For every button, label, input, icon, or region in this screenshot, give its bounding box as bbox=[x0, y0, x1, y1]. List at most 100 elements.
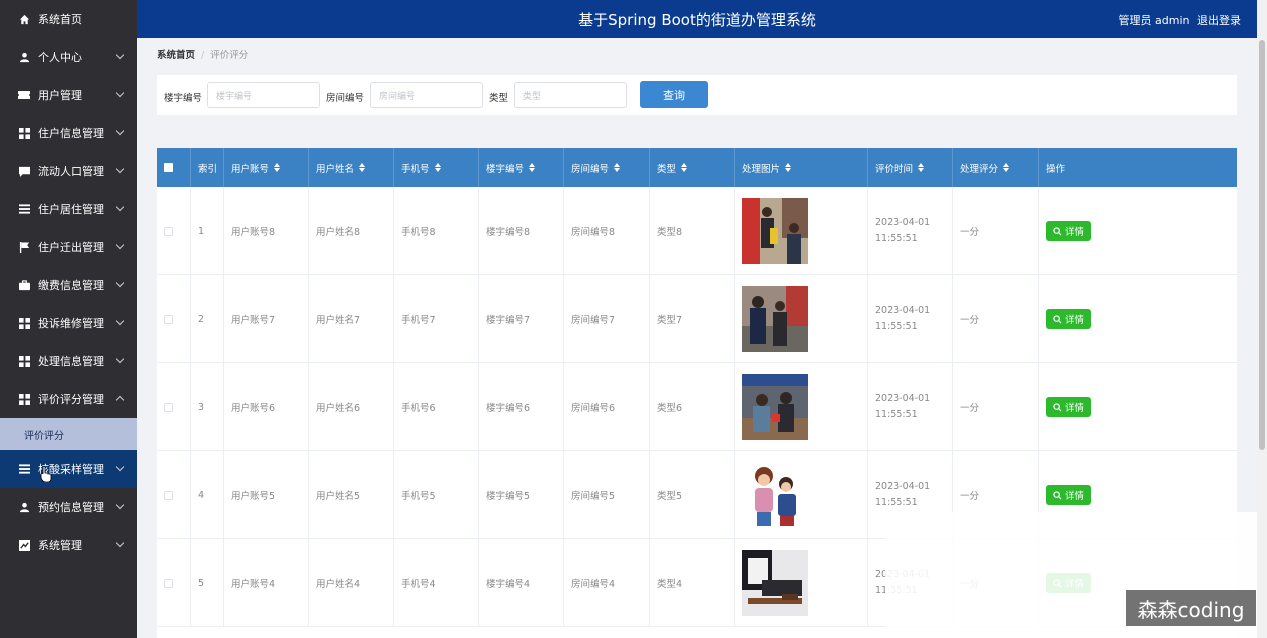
search-panel: 楼宇编号 楼宇编号 房间编号 房间编号 类型 类型 查询 bbox=[157, 75, 1237, 115]
cell-time: 2023-04-01 11:55:51 bbox=[868, 275, 953, 363]
cell-index: 2 bbox=[191, 275, 224, 363]
col-building[interactable]: 楼宇编号 bbox=[479, 148, 564, 187]
col-score[interactable]: 处理评分 bbox=[953, 148, 1039, 187]
sidebar-item-system[interactable]: 系统管理 bbox=[0, 526, 137, 564]
list-icon bbox=[18, 203, 30, 215]
submenu-item-rating[interactable]: 评价评分 bbox=[0, 418, 137, 450]
search-icon bbox=[1053, 402, 1062, 412]
sort-icon bbox=[274, 163, 281, 172]
col-index: 索引 bbox=[191, 148, 224, 187]
type-input[interactable]: 类型 bbox=[514, 82, 627, 108]
app-title: 基于Spring Boot的街道办管理系统 bbox=[578, 11, 816, 29]
sidebar-item-label: 住户信息管理 bbox=[38, 127, 104, 140]
row-checkbox[interactable] bbox=[164, 402, 173, 412]
scrollbar-thumb[interactable] bbox=[1259, 40, 1265, 450]
sidebar-item-appointment[interactable]: 预约信息管理 bbox=[0, 488, 137, 526]
sort-icon bbox=[359, 163, 366, 172]
sidebar-item-rating[interactable]: 评价评分管理 bbox=[0, 380, 137, 418]
chevron-down-icon bbox=[115, 202, 125, 212]
detail-button[interactable]: 详情 bbox=[1046, 397, 1092, 417]
handling-image[interactable] bbox=[742, 374, 808, 440]
table-row: 1 用户账号8 用户姓名8 手机号8 楼宇编号8 房间编号8 类型8 2023-… bbox=[157, 187, 1237, 275]
sort-icon bbox=[918, 163, 925, 172]
row-checkbox[interactable] bbox=[164, 226, 173, 236]
cell-name: 用户姓名6 bbox=[309, 363, 394, 451]
chevron-down-icon bbox=[115, 538, 125, 548]
select-all-checkbox[interactable] bbox=[164, 163, 173, 172]
cell-type: 类型6 bbox=[650, 363, 735, 451]
detail-button[interactable]: 详情 bbox=[1046, 485, 1092, 505]
col-time[interactable]: 评价时间 bbox=[868, 148, 953, 187]
cell-time: 2023-04-01 11:55:51 bbox=[868, 363, 953, 451]
breadcrumb-home[interactable]: 系统首页 bbox=[157, 50, 195, 61]
hand-cursor-icon bbox=[40, 465, 52, 485]
sidebar-item-complaint-repair[interactable]: 投诉维修管理 bbox=[0, 304, 137, 342]
col-image[interactable]: 处理图片 bbox=[735, 148, 868, 187]
chevron-down-icon bbox=[115, 50, 125, 60]
row-checkbox[interactable] bbox=[164, 314, 173, 324]
sort-icon bbox=[1003, 163, 1010, 172]
cell-index: 1 bbox=[191, 187, 224, 275]
sidebar-item-payment[interactable]: 缴费信息管理 bbox=[0, 266, 137, 304]
sidebar-item-label: 住户居住管理 bbox=[38, 203, 104, 216]
chevron-down-icon bbox=[115, 88, 125, 98]
search-icon bbox=[1053, 314, 1062, 324]
room-input[interactable]: 房间编号 bbox=[370, 82, 483, 108]
chevron-down-icon bbox=[115, 126, 125, 136]
cell-type: 类型5 bbox=[650, 451, 735, 539]
sidebar-item-move-out[interactable]: 住户迁出管理 bbox=[0, 228, 137, 266]
col-account[interactable]: 用户账号 bbox=[224, 148, 309, 187]
handling-image[interactable] bbox=[742, 462, 808, 528]
query-button[interactable]: 查询 bbox=[640, 81, 708, 108]
cell-room: 房间编号6 bbox=[564, 363, 650, 451]
cell-type: 类型4 bbox=[650, 539, 735, 627]
cell-account: 用户账号7 bbox=[224, 275, 309, 363]
sidebar-item-residence[interactable]: 住户居住管理 bbox=[0, 190, 137, 228]
user-role: 管理员 admin bbox=[1118, 14, 1190, 27]
sidebar-item-users[interactable]: 用户管理 bbox=[0, 76, 137, 114]
cell-score: 一分 bbox=[953, 187, 1039, 275]
sidebar-item-label: 流动人口管理 bbox=[38, 165, 104, 178]
logout-link[interactable]: 退出登录 bbox=[1197, 14, 1241, 27]
sidebar-item-floating-population[interactable]: 流动人口管理 bbox=[0, 152, 137, 190]
cell-building: 楼宇编号7 bbox=[479, 275, 564, 363]
sidebar-item-label: 用户管理 bbox=[38, 89, 82, 102]
top-header: 基于Spring Boot的街道办管理系统 管理员 admin 退出登录 bbox=[137, 0, 1257, 38]
page-scrollbar[interactable] bbox=[1257, 0, 1267, 638]
handling-image[interactable] bbox=[742, 286, 808, 352]
sidebar-item-home[interactable]: 系统首页 bbox=[0, 0, 137, 38]
sidebar-item-handling-info[interactable]: 处理信息管理 bbox=[0, 342, 137, 380]
building-input[interactable]: 楼宇编号 bbox=[207, 82, 320, 108]
sidebar-item-profile[interactable]: 个人中心 bbox=[0, 38, 137, 76]
ticket-icon bbox=[18, 89, 30, 101]
sidebar-item-nucleic-sampling[interactable]: 核酸采样管理 bbox=[0, 450, 137, 488]
person-icon bbox=[18, 51, 30, 63]
cell-name: 用户姓名7 bbox=[309, 275, 394, 363]
col-phone[interactable]: 手机号 bbox=[394, 148, 479, 187]
cell-phone: 手机号7 bbox=[394, 275, 479, 363]
handling-image[interactable] bbox=[742, 550, 808, 616]
row-checkbox[interactable] bbox=[164, 578, 173, 588]
cell-account: 用户账号4 bbox=[224, 539, 309, 627]
cell-type: 类型7 bbox=[650, 275, 735, 363]
breadcrumb-current: 评价评分 bbox=[210, 50, 249, 61]
row-checkbox[interactable] bbox=[164, 490, 173, 500]
cell-index: 5 bbox=[191, 539, 224, 627]
col-name[interactable]: 用户姓名 bbox=[309, 148, 394, 187]
user-area: 管理员 admin 退出登录 bbox=[1115, 12, 1241, 28]
cell-score: 一分 bbox=[953, 275, 1039, 363]
cell-room: 房间编号5 bbox=[564, 451, 650, 539]
sidebar-item-resident-info[interactable]: 住户信息管理 bbox=[0, 114, 137, 152]
grid-icon bbox=[18, 393, 30, 405]
watermark: 森森coding bbox=[1126, 590, 1256, 626]
detail-button[interactable]: 详情 bbox=[1046, 221, 1092, 241]
sort-icon bbox=[434, 163, 441, 172]
table-row: 3 用户账号6 用户姓名6 手机号6 楼宇编号6 房间编号6 类型6 2023-… bbox=[157, 363, 1237, 451]
col-type[interactable]: 类型 bbox=[650, 148, 735, 187]
handling-image[interactable] bbox=[742, 198, 808, 264]
detail-button[interactable]: 详情 bbox=[1046, 309, 1092, 329]
cell-type: 类型8 bbox=[650, 187, 735, 275]
grid-icon bbox=[18, 355, 30, 367]
col-room[interactable]: 房间编号 bbox=[564, 148, 650, 187]
cell-room: 房间编号8 bbox=[564, 187, 650, 275]
